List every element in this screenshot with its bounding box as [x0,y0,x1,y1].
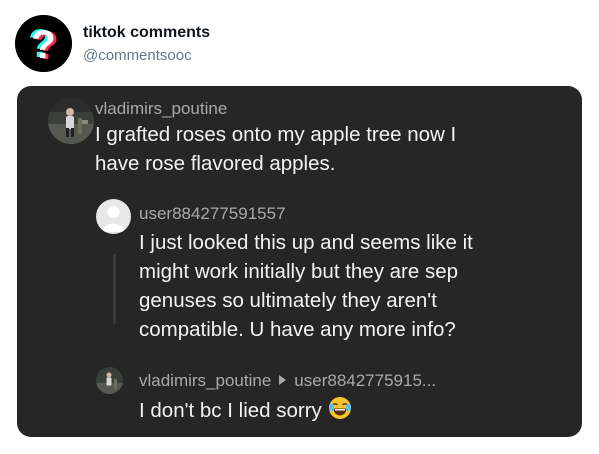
comment-line: might work initially but they are sep [139,260,459,283]
reply-target[interactable]: user8842775915... [294,371,436,390]
reply-text: I don't bc I lied sorry [139,396,559,428]
account-handle[interactable]: @commentsooc [83,47,192,64]
comment-line: I don't bc I lied sorry [139,399,322,422]
comment-username[interactable]: vladimirs_poutine [95,99,227,119]
reply-avatar-small[interactable] [96,367,123,394]
tiktok-question-mark-icon: ? ? ? [15,15,72,72]
reply-arrow-icon [279,375,287,385]
reply-username: vladimirs_poutine user8842775915... [139,371,436,391]
thread-line [113,254,116,324]
reply-author[interactable]: vladimirs_poutine [139,371,271,390]
default-user-icon [96,199,131,234]
reply-avatar[interactable] [96,199,131,234]
commenter-avatar[interactable] [48,98,94,144]
comment-line: I grafted roses onto my apple tree now I [95,123,457,146]
tweet-header: ? ? ? tiktok comments @commentsooc [15,15,575,73]
comment-line: have rose flavored apples. [95,152,336,175]
comment-card: vladimirs_poutine I grafted roses onto m… [17,86,582,437]
comment-line: I just looked this up and seems like it [139,231,473,254]
avatar-photo-icon [96,367,123,394]
laughing-tears-emoji [328,396,352,428]
account-avatar[interactable]: ? ? ? [15,15,72,72]
comment-line: compatible. U have any more info? [139,318,456,341]
avatar-photo-icon [48,98,94,144]
account-name[interactable]: tiktok comments [83,24,210,42]
comment-line: genuses so ultimately they aren't [139,289,437,312]
reply-text: I just looked this up and seems like it … [139,228,559,344]
reply-username[interactable]: user884277591557 [139,204,286,224]
svg-text:?: ? [31,23,55,67]
comment-text: I grafted roses onto my apple tree now I… [95,120,565,178]
